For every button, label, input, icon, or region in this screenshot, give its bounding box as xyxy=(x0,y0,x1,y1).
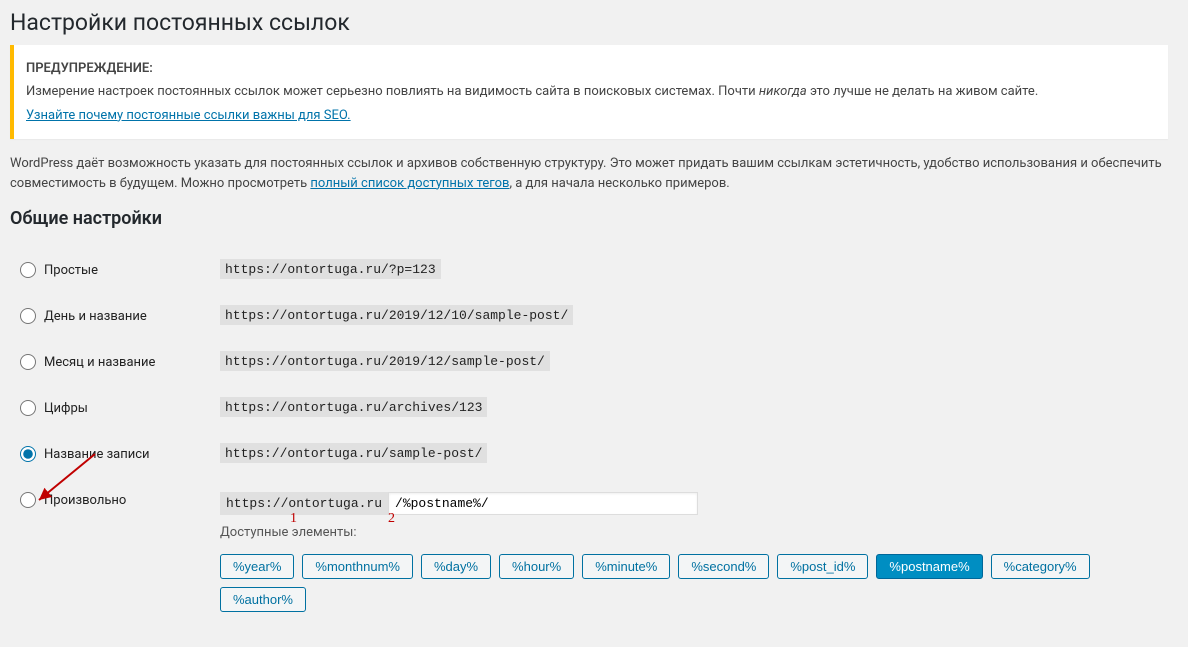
tag-postname[interactable]: %postname% xyxy=(876,554,982,579)
option-postname[interactable]: Название записи xyxy=(20,446,200,462)
warning-seo-link[interactable]: Узнайте почему постоянные ссылки важны д… xyxy=(26,108,351,123)
radio-numeric[interactable] xyxy=(20,400,36,416)
option-monthname[interactable]: Месяц и название xyxy=(20,354,200,370)
label-postname: Название записи xyxy=(44,447,150,462)
tags-container: %year% %monthnum% %day% %hour% %minute% … xyxy=(220,554,1158,612)
label-monthname: Месяц и название xyxy=(44,355,155,370)
tag-day[interactable]: %day% xyxy=(421,554,491,579)
warning-text-em: никогда xyxy=(759,84,807,99)
label-numeric: Цифры xyxy=(44,401,88,416)
intro-paragraph: WordPress даёт возможность указать для п… xyxy=(10,154,1168,193)
tag-post-id[interactable]: %post_id% xyxy=(777,554,868,579)
label-plain: Простые xyxy=(44,263,98,278)
tag-monthnum[interactable]: %monthnum% xyxy=(302,554,413,579)
radio-custom[interactable] xyxy=(20,492,36,508)
custom-url-base: https://ontortuga.ru xyxy=(220,492,388,515)
radio-postname[interactable] xyxy=(20,446,36,462)
radio-dayname[interactable] xyxy=(20,308,36,324)
label-dayname: День и название xyxy=(44,309,147,324)
sample-postname: https://ontortuga.ru/sample-post/ xyxy=(220,443,487,463)
tag-year[interactable]: %year% xyxy=(220,554,294,579)
custom-url-input[interactable] xyxy=(388,492,698,515)
label-custom: Произвольно xyxy=(44,493,126,508)
warning-text-before: Измерение настроек постоянных ссылок мож… xyxy=(26,84,759,99)
warning-notice: ПРЕДУПРЕЖДЕНИЕ: Измерение настроек посто… xyxy=(10,45,1168,139)
sample-dayname: https://ontortuga.ru/2019/12/10/sample-p… xyxy=(220,305,573,325)
option-custom[interactable]: Произвольно xyxy=(20,492,200,508)
sample-monthname: https://ontortuga.ru/2019/12/sample-post… xyxy=(220,351,550,371)
page-title: Настройки постоянных ссылок xyxy=(10,0,1168,40)
sample-plain: https://ontortuga.ru/?p=123 xyxy=(220,259,441,279)
option-dayname[interactable]: День и название xyxy=(20,308,200,324)
section-title: Общие настройки xyxy=(10,208,1168,229)
intro-text-after: , а для начала несколько примеров. xyxy=(509,176,729,191)
option-numeric[interactable]: Цифры xyxy=(20,400,200,416)
warning-text: Измерение настроек постоянных ссылок мож… xyxy=(26,82,1156,102)
radio-plain[interactable] xyxy=(20,262,36,278)
tag-category[interactable]: %category% xyxy=(991,554,1090,579)
radio-monthname[interactable] xyxy=(20,354,36,370)
sample-numeric: https://ontortuga.ru/archives/123 xyxy=(220,397,487,417)
available-tags-label: Доступные элементы: xyxy=(220,525,1158,540)
intro-tags-link[interactable]: полный список доступных тегов xyxy=(310,176,509,191)
option-plain[interactable]: Простые xyxy=(20,262,200,278)
tag-author[interactable]: %author% xyxy=(220,587,306,612)
tag-hour[interactable]: %hour% xyxy=(499,554,574,579)
warning-text-after: это лучше не делать на живом сайте. xyxy=(807,84,1039,99)
warning-title: ПРЕДУПРЕЖДЕНИЕ: xyxy=(26,59,1156,79)
tag-minute[interactable]: %minute% xyxy=(582,554,670,579)
tag-second[interactable]: %second% xyxy=(678,554,769,579)
